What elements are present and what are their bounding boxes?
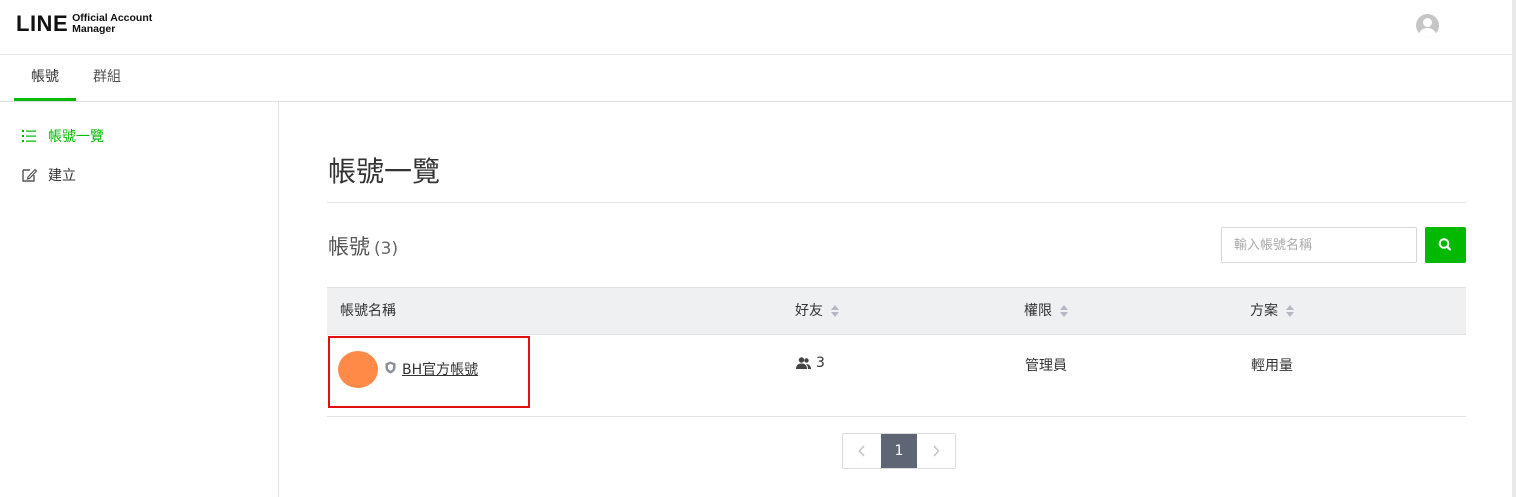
column-label: 好友: [795, 303, 823, 319]
sort-icon[interactable]: [1060, 305, 1069, 317]
sidebar-item-label: 建立: [48, 168, 76, 184]
logo-text: LINE: [16, 11, 69, 36]
column-label: 權限: [1024, 303, 1052, 319]
sidebar-item-create[interactable]: 建立: [20, 164, 76, 186]
line-oa-logo[interactable]: LINE Official Account Manager: [16, 11, 152, 37]
top-bar: LINE Official Account Manager: [0, 0, 1512, 55]
section-title: 帳號 (3): [328, 231, 398, 261]
account-count: (3): [374, 239, 399, 259]
friends-count: 3: [816, 355, 825, 371]
column-label: 方案: [1250, 303, 1278, 319]
edit-icon: [20, 166, 38, 184]
users-icon: [796, 357, 811, 369]
divider: [327, 202, 1466, 203]
friends-cell: 3: [796, 355, 825, 371]
tab-groups[interactable]: 群組: [76, 55, 138, 101]
plan-cell: 輕用量: [1251, 358, 1293, 374]
table-row[interactable]: BH官方帳號 3 管理員 輕用量: [327, 335, 1466, 417]
top-tabs: 帳號 群組: [0, 55, 1512, 102]
tab-accounts[interactable]: 帳號: [14, 55, 76, 101]
section-title-label: 帳號: [328, 235, 370, 259]
search-button[interactable]: [1425, 227, 1466, 263]
sort-icon[interactable]: [1286, 305, 1295, 317]
main-content: 帳號一覽 帳號(3) 帳號名稱 好友 權限 方案: [280, 102, 1512, 497]
logo-subtitle: Official Account Manager: [72, 13, 152, 35]
column-label: 帳號名稱: [340, 303, 396, 319]
column-role[interactable]: 權限: [1024, 288, 1069, 334]
column-friends[interactable]: 好友: [795, 288, 840, 334]
logo-subtitle-line2: Manager: [72, 23, 116, 35]
chevron-left-icon: [858, 445, 865, 457]
role-cell: 管理員: [1025, 358, 1067, 374]
search-icon: [1438, 238, 1452, 251]
sidebar: 帳號一覽 建立: [0, 102, 279, 497]
table-header: 帳號名稱 好友 權限 方案: [327, 287, 1466, 335]
sort-icon[interactable]: [831, 305, 840, 317]
search-input[interactable]: [1221, 227, 1417, 263]
column-plan[interactable]: 方案: [1250, 288, 1295, 334]
page-title: 帳號一覽: [328, 155, 441, 188]
column-account-name: 帳號名稱: [340, 288, 396, 334]
sidebar-item-label: 帳號一覽: [48, 129, 104, 145]
next-page-button[interactable]: [917, 434, 955, 468]
pagination: 1: [842, 433, 956, 469]
page-button-current[interactable]: 1: [881, 434, 917, 468]
user-avatar-icon[interactable]: [1416, 14, 1439, 37]
scrollbar-track[interactable]: [1512, 0, 1516, 497]
highlight-box: [328, 336, 530, 408]
list-icon: [20, 127, 38, 145]
sidebar-item-account-list[interactable]: 帳號一覽: [20, 125, 104, 147]
chevron-right-icon: [933, 445, 940, 457]
prev-page-button[interactable]: [843, 434, 881, 468]
